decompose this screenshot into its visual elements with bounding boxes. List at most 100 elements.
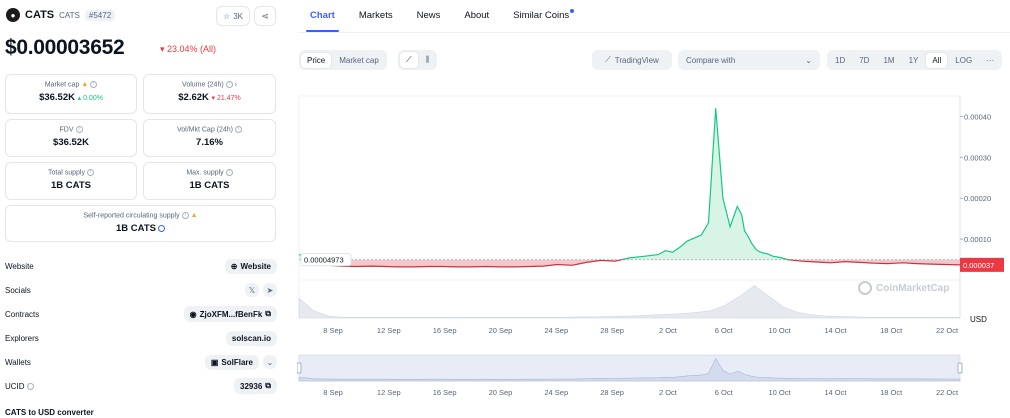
copy-icon[interactable]: ⧉: [265, 381, 271, 391]
share-icon: ⋖: [261, 10, 269, 21]
share-button[interactable]: ⋖: [254, 6, 276, 26]
volume-card[interactable]: Volume (24h) i › $2.62K ▾ 21.47%: [143, 74, 276, 114]
copy-icon[interactable]: ⧉: [265, 309, 271, 319]
total-supply-label: Total supply: [48, 169, 85, 177]
x-tick-label: 14 Oct: [824, 326, 847, 335]
watermark-text: CoinMarketCap: [876, 282, 950, 294]
max-supply-label: Max. supply: [186, 169, 224, 177]
currency-label: USD: [970, 315, 987, 324]
explorers-label: Explorers: [5, 333, 39, 343]
warning-icon: ▲: [190, 212, 198, 220]
tab-bar: Chart Markets News About Similar Coins: [298, 0, 1010, 33]
info-icon[interactable]: i: [225, 81, 233, 88]
x-twitter-icon[interactable]: 𝕏: [245, 283, 259, 297]
max-supply-card: Max. supply i 1B CATS: [143, 162, 276, 200]
self-reported-supply-card: Self-reported circulating supply i ▲ 1B CA…: [5, 205, 276, 242]
navigator-tick-label: 20 Sep: [489, 388, 513, 397]
y-tick-label: 0.00020: [964, 194, 991, 203]
tab-about[interactable]: About: [452, 0, 501, 32]
market-cap-value: $36.52K: [39, 92, 75, 104]
price-toggle[interactable]: Price: [301, 52, 332, 68]
info-icon[interactable]: i: [90, 81, 98, 88]
log-toggle[interactable]: LOG: [949, 53, 978, 68]
navigator-tick-label: 6 Oct: [715, 388, 734, 397]
website-link-text: Website: [240, 261, 271, 271]
range-1m[interactable]: 1M: [877, 53, 900, 68]
tab-similar-coins[interactable]: Similar Coins: [501, 0, 581, 32]
ucid-row: UCID i 32936 ⧉: [5, 377, 277, 395]
x-tick-label: 6 Oct: [715, 326, 734, 335]
navigator-tick-label: 18 Oct: [880, 388, 903, 397]
y-tick-label: 0.00010: [964, 235, 991, 244]
x-tick-label: 18 Oct: [880, 326, 903, 335]
info-icon[interactable]: i: [235, 126, 243, 133]
info-icon[interactable]: i: [26, 382, 34, 390]
watchlist-button[interactable]: ☆ 3K: [216, 6, 250, 26]
info-icon[interactable]: i: [75, 126, 83, 133]
contract-address-text: ZjoXFM...fBenFk: [199, 309, 263, 319]
tradingview-label: TradingView: [614, 55, 659, 65]
x-tick-label: 20 Sep: [489, 326, 513, 335]
tab-chart[interactable]: Chart: [298, 0, 347, 32]
coin-panel: ● CATS CATS #5472 ☆ 3K ⋖ $0.00003652 ▾ 2…: [0, 0, 282, 418]
explorer-link[interactable]: solscan.io: [225, 330, 277, 346]
range-1d[interactable]: 1D: [829, 53, 851, 68]
navigator-tick-label: 8 Sep: [323, 388, 343, 397]
wallet-icon: ▣: [210, 357, 219, 367]
market-cap-label: Market cap: [44, 81, 80, 89]
navigator-left-handle[interactable]: [297, 362, 302, 374]
wallet-link[interactable]: ▣ SolFlare: [204, 354, 259, 370]
new-dot: [570, 9, 575, 13]
info-icon[interactable]: i: [181, 212, 189, 219]
line-chart-icon[interactable]: ⟋: [400, 52, 418, 68]
x-tick-label: 2 Oct: [659, 326, 678, 335]
range-all[interactable]: All: [926, 52, 948, 68]
website-link[interactable]: ⊕ Website: [224, 258, 277, 274]
telegram-icon[interactable]: ➤: [263, 283, 277, 297]
chevron-down-icon[interactable]: ⌄: [263, 355, 277, 369]
compare-placeholder: Compare with: [686, 55, 736, 65]
tradingview-button[interactable]: ⟋ TradingView: [592, 50, 672, 70]
fdv-label: FDV: [59, 126, 74, 134]
navigator-tick-label: 24 Sep: [544, 388, 568, 397]
range-1y[interactable]: 1Y: [903, 53, 925, 68]
info-icon[interactable]: i: [86, 169, 94, 176]
navigator-tick-label: 12 Sep: [377, 388, 401, 397]
x-tick-label: 12 Sep: [377, 326, 401, 335]
watermark: CoinMarketCap: [858, 281, 949, 295]
baseline-label: 0.00004973: [304, 256, 344, 265]
contract-address[interactable]: ◉ ZjoXFM...fBenFk ⧉: [183, 306, 277, 322]
wallet-link-text: SolFlare: [221, 357, 253, 367]
globe-icon: ⊕: [230, 261, 238, 271]
x-tick-label: 16 Sep: [433, 326, 457, 335]
explorers-row: Explorers solscan.io: [5, 329, 277, 347]
navigator-tick-label: 10 Oct: [768, 388, 791, 397]
navigator-tick-label: 2 Oct: [659, 388, 678, 397]
coinmarketcap-logo-icon: [858, 281, 872, 295]
range-7d[interactable]: 7D: [853, 53, 875, 68]
price-chart[interactable]: 0.00040 0.00030 0.00020 0.00010 0.00004973 0.…: [297, 88, 1009, 418]
coin-header: ● CATS CATS #5472: [6, 8, 116, 22]
tab-news[interactable]: News: [405, 0, 453, 32]
ucid-value[interactable]: 32936 ⧉: [234, 378, 277, 394]
range-navigator[interactable]: [298, 354, 961, 382]
tab-markets[interactable]: Markets: [347, 0, 405, 32]
info-icon[interactable]: i: [225, 169, 233, 176]
range-toggle: 1D 7D 1M 1Y All LOG ···: [827, 50, 1003, 70]
market-cap-card: Market cap ▲ i $36.52K ▴ 0.00%: [5, 74, 137, 114]
fdv-card: FDV i $36.52K: [5, 119, 137, 157]
navigator-tick-label: 22 Oct: [936, 388, 959, 397]
market-cap-toggle[interactable]: Market cap: [333, 53, 385, 68]
coin-name: CATS: [25, 9, 55, 21]
above-baseline-fill: [299, 108, 789, 260]
compare-select[interactable]: Compare with ⌄: [678, 50, 820, 70]
navigator-tick-label: 14 Oct: [824, 388, 847, 397]
navigator-tick-label: 16 Sep: [433, 388, 457, 397]
cat-logo-icon: ●: [6, 8, 20, 22]
navigator-right-handle[interactable]: [957, 362, 963, 374]
more-options-button[interactable]: ···: [980, 53, 1000, 68]
progress-ring-icon: [157, 225, 165, 233]
price-line-up: [299, 108, 794, 260]
candlestick-icon[interactable]: ⫼: [420, 52, 436, 68]
tab-similar-coins-label: Similar Coins: [513, 10, 570, 21]
